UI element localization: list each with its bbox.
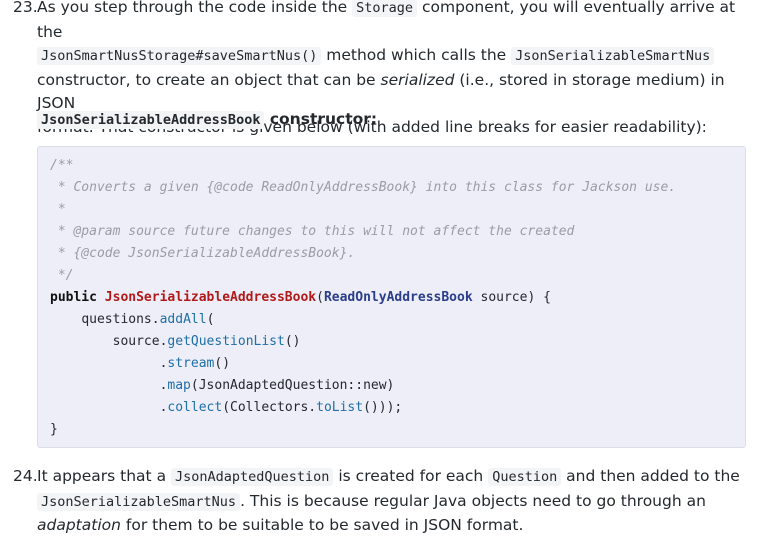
inline-code: JsonAdaptedQuestion [171,468,334,486]
code-text: source) { [472,290,551,305]
code-comment-line: /** [50,158,74,173]
text: method which calls the [321,46,512,64]
code-text: () [214,356,231,371]
code-text: ())); [363,400,403,415]
code-signature-line: public JsonSerializableAddressBook(ReadO… [50,287,745,309]
code-text: (JsonAdaptedQuestion::new) [190,378,395,393]
code-keyword: public [50,290,105,305]
code-text: source. [112,334,168,349]
code-line: .collect(Collectors.toList())); [50,397,745,419]
code-line: source.getQuestionList() [50,331,745,353]
inline-code: JsonSerializableSmartNus [37,492,241,511]
code-method: map [167,378,191,393]
inline-code: Storage [352,0,418,17]
inline-code: JsonSmartNusStorage#saveSmartNus() [37,47,322,65]
code-text: questions. [81,312,160,327]
text: for them to be suitable to be saved in J… [120,516,524,534]
heading-code: JsonSerializableAddressBook [37,111,265,129]
code-comment-line: * [50,202,66,217]
code-constructor-name: JsonSerializableAddressBook [104,290,317,305]
text-line: adaptation for them to be suitable to be… [37,514,758,538]
code-text: () [284,334,301,349]
code-type: ReadOnlyAddressBook [323,290,473,305]
code-method: collect [167,400,223,415]
text-line: It appears that a JsonAdaptedQuestion is… [37,465,758,490]
code-close-brace: } [50,422,58,437]
text-line: As you step through the code inside the … [37,0,758,44]
page: 23. As you step through the code inside … [0,0,764,544]
text: constructor, to create an object that ca… [37,70,381,89]
inline-code: Question [488,468,562,486]
text: It appears that a [37,467,171,485]
emphasis: serialized [380,70,455,89]
list-item-text: It appears that a JsonAdaptedQuestion is… [37,465,758,538]
code-method: addAll [159,312,207,327]
heading-text: constructor: [264,110,378,128]
code-comment-line: * {@code JsonSerializableAddressBook}. [50,246,356,261]
code-text: ( [206,312,215,327]
section-heading: JsonSerializableAddressBook constructor: [37,108,377,131]
code-comment-line: */ [50,268,74,283]
code-block: /** * Converts a given {@code ReadOnlyAd… [37,146,746,448]
text-line: JsonSerializableSmartNus. This is becaus… [37,490,758,515]
code-text: (Collectors. [222,400,317,415]
code-method: getQuestionList [167,334,285,349]
emphasis: adaptation [37,516,121,534]
text: . This is because regular Java objects n… [240,491,706,510]
list-number: 24. [13,467,38,485]
text-line: JsonSmartNusStorage#saveSmartNus() metho… [37,44,758,69]
code-comment-line: * Converts a given {@code ReadOnlyAddres… [50,180,677,195]
code-line: questions.addAll( [50,309,745,331]
code-punct: ( [316,290,324,305]
text: and then added to the [561,467,740,485]
code-line: .stream() [50,353,745,375]
code-line: .map(JsonAdaptedQuestion::new) [50,375,745,397]
text: is created for each [333,467,489,485]
text: As you step through the code inside the [37,0,353,16]
list-item-24: 24. It appears that a JsonAdaptedQuestio… [13,465,758,538]
code-comment-line: * @param source future changes to this w… [50,224,575,239]
list-number: 23. [13,0,38,16]
code-method: stream [167,356,215,371]
inline-code: JsonSerializableSmartNus [511,47,715,65]
code-method: toList [316,400,364,415]
